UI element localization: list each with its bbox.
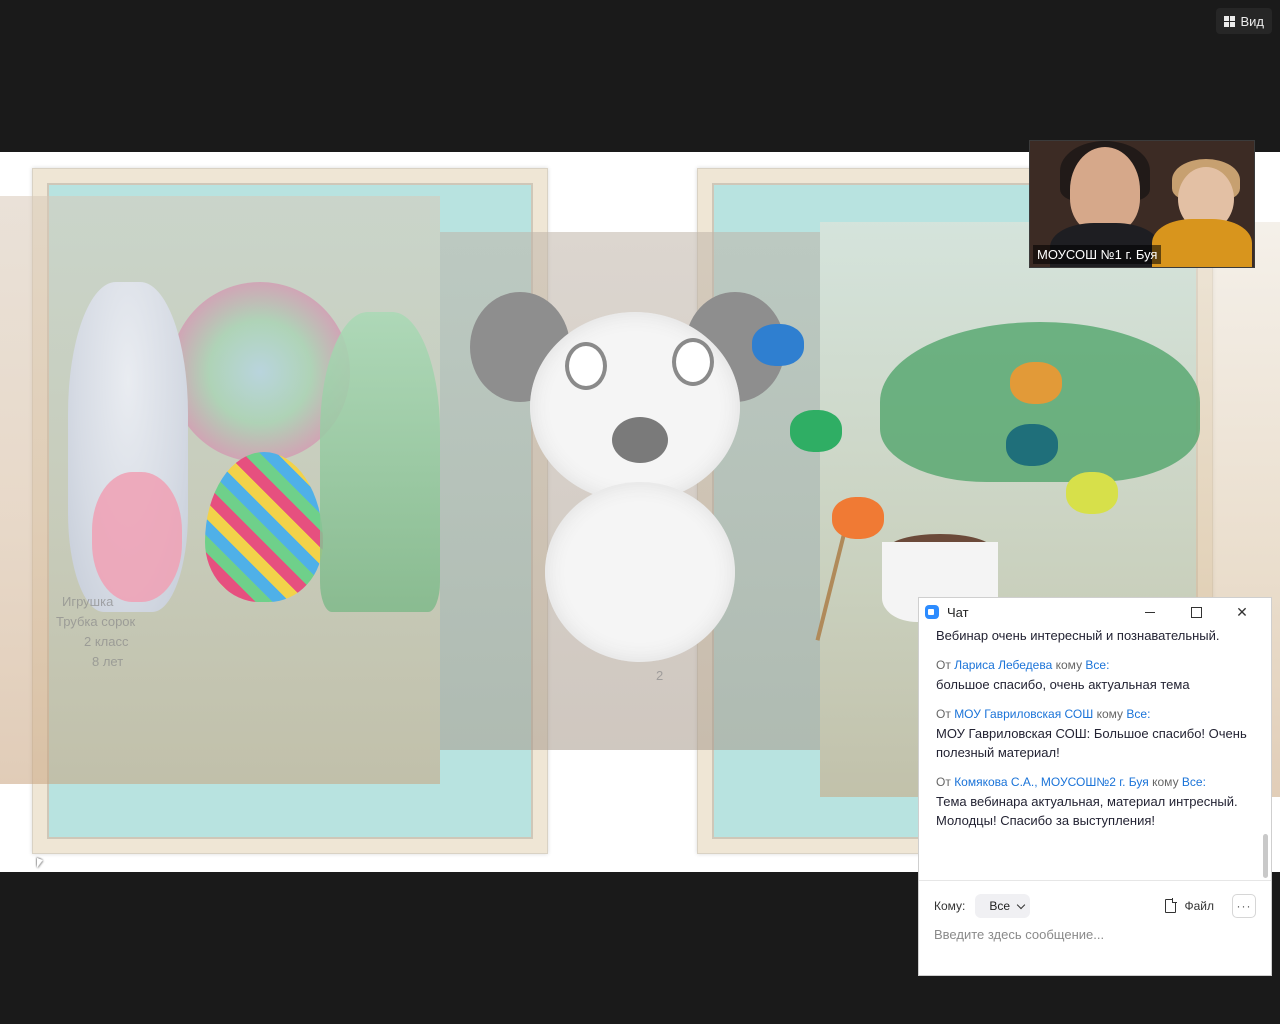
chat-scrollbar[interactable]: [1263, 834, 1268, 878]
origami-dragon: [320, 312, 440, 612]
to-middle: кому: [1152, 775, 1179, 789]
zoom-meeting-window: Вид Игрушка Трубка сорок 2 класс 8 лет 2…: [0, 0, 1280, 1024]
recipient-row: Кому: Все Файл ···: [934, 893, 1256, 919]
fruit-yellow: [1066, 472, 1118, 514]
fruit-orange: [832, 497, 884, 539]
chat-message: От Комякова С.А., МОУСОШ№2 г. Буя кому В…: [936, 774, 1255, 830]
to-middle: кому: [1096, 707, 1124, 721]
caption-number: 2: [656, 668, 664, 683]
sender-name[interactable]: Лариса Лебедева: [954, 658, 1052, 672]
bear-nose: [612, 417, 668, 463]
message-header: От МОУ Гавриловская СОШ кому Все:: [936, 706, 1255, 722]
caption-line-2: Трубка сорок: [56, 614, 136, 629]
message-text: большое спасибо, очень актуальная тема: [936, 677, 1190, 692]
file-icon: [1165, 898, 1178, 913]
participant-video[interactable]: МОУСОШ №1 г. Буя: [1029, 140, 1255, 268]
participant-1-face: [1070, 147, 1140, 233]
participant-name: МОУСОШ №1 г. Буя: [1033, 245, 1162, 264]
recipient-name[interactable]: Все:: [1182, 775, 1206, 789]
recipient-name[interactable]: Все:: [1126, 707, 1150, 721]
fruit-teal: [1006, 424, 1058, 466]
recipient-select[interactable]: Все: [975, 894, 1031, 918]
message-header: От Лариса Лебедева кому Все:: [936, 657, 1255, 673]
chat-message: От Лариса Лебедева кому Все: большое спа…: [936, 657, 1255, 694]
chat-message: От МОУ Гавриловская СОШ кому Все: МОУ Га…: [936, 706, 1255, 762]
chevron-down-icon: [1016, 900, 1026, 909]
caption-line-1: Игрушка: [62, 594, 114, 609]
fruit-blue: [752, 324, 804, 366]
chat-messages[interactable]: Вебинар очень интересный и познавательны…: [919, 626, 1271, 880]
chat-composer: Кому: Все Файл ···: [919, 881, 1271, 975]
file-label: Файл: [1184, 899, 1214, 913]
message-text: МОУ Гавриловская СОШ: Большое спасибо! О…: [936, 726, 1247, 760]
close-button[interactable]: ✕: [1219, 598, 1265, 626]
caption-line-3: 2 класс: [84, 634, 129, 649]
sender-name[interactable]: Комякова С.А., МОУСОШ№2 г. Буя: [954, 775, 1149, 789]
minimize-button[interactable]: [1127, 598, 1173, 626]
recipient-value: Все: [989, 899, 1011, 913]
fruit-green: [790, 410, 842, 452]
recipient-name[interactable]: Все:: [1085, 658, 1109, 672]
zoom-logo-icon: [925, 605, 939, 619]
message-text: Тема вебинара актуальная, материал интре…: [936, 794, 1238, 828]
to-label: Кому:: [934, 899, 966, 913]
view-button[interactable]: Вид: [1216, 8, 1272, 34]
chat-title: Чат: [947, 604, 969, 620]
message-input[interactable]: [934, 927, 1256, 942]
message-text: Вебинар очень интересный и познавательны…: [936, 628, 1220, 643]
from-prefix: От: [936, 658, 951, 672]
from-prefix: От: [936, 707, 951, 721]
chat-titlebar[interactable]: Чат ✕: [919, 598, 1271, 626]
bear-eye-right: [672, 338, 714, 386]
sender-name[interactable]: МОУ Гавриловская СОШ: [954, 707, 1093, 721]
bear-body: [545, 482, 735, 662]
bear-head: [530, 312, 740, 502]
bear-eye-left: [565, 342, 607, 390]
view-label: Вид: [1240, 13, 1264, 29]
fruit-amber: [1010, 362, 1062, 404]
participant-2-body: [1152, 219, 1252, 267]
chat-window: Чат ✕ Вебинар очень интересный и познава…: [918, 597, 1272, 976]
file-button[interactable]: Файл: [1165, 898, 1214, 913]
mouse-cursor-icon: [37, 857, 43, 871]
chat-message: Вебинар очень интересный и познавательны…: [936, 626, 1255, 645]
message-header: От Комякова С.А., МОУСОШ№2 г. Буя кому В…: [936, 774, 1255, 790]
from-prefix: От: [936, 775, 951, 789]
to-middle: кому: [1055, 658, 1083, 672]
more-options-button[interactable]: ···: [1232, 894, 1256, 918]
grid-icon: [1224, 15, 1236, 27]
origami-cat-belly: [92, 472, 182, 602]
maximize-button[interactable]: [1173, 598, 1219, 626]
caption-line-4: 8 лет: [92, 654, 124, 669]
